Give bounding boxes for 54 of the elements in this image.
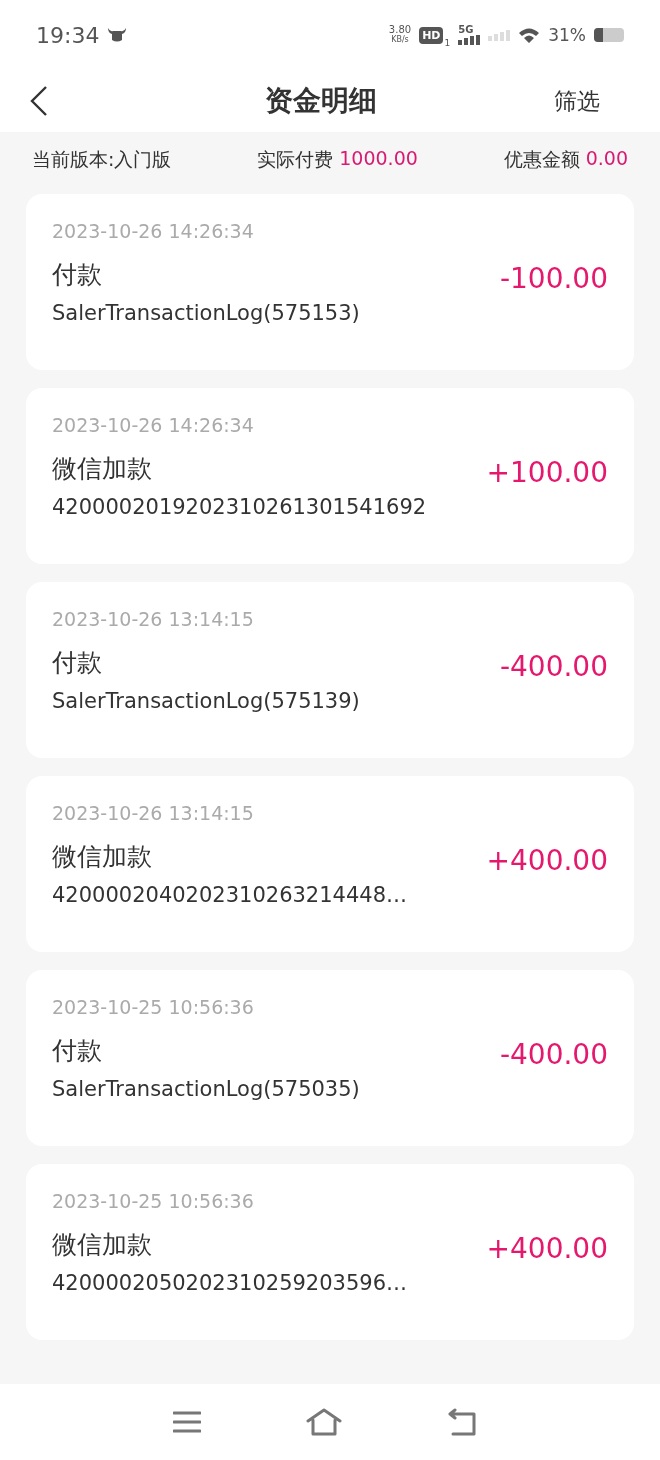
transaction-reference: 4200002019202310261301541692 xyxy=(52,495,428,519)
discount-amount: 0.00 xyxy=(585,147,628,171)
transaction-time: 2023-10-26 13:14:15 xyxy=(52,802,255,824)
transaction-reference: 4200002040202310263214448… xyxy=(52,883,409,907)
paid-amount: 1000.00 xyxy=(339,147,418,171)
transaction-card[interactable]: 2023-10-25 10:56:36 微信加款 +400.00 4200002050202310259203596… xyxy=(26,1164,634,1340)
home-icon[interactable] xyxy=(306,1408,342,1436)
battery-icon xyxy=(594,28,624,42)
battery-percentage: 31% xyxy=(548,25,586,45)
discount-label: 优惠金额 xyxy=(503,147,580,172)
transaction-time: 2023-10-25 10:56:36 xyxy=(52,996,255,1018)
transaction-time: 2023-10-26 14:26:34 xyxy=(52,414,255,436)
signal-icon xyxy=(458,35,481,45)
transaction-reference: SalerTransactionLog(575139) xyxy=(52,689,361,713)
transaction-card[interactable]: 2023-10-26 14:26:34 微信加款 +100.00 4200002019202310261301541692 xyxy=(26,388,634,564)
network-speed: 3.80 xyxy=(388,25,412,35)
transaction-card[interactable]: 2023-10-25 10:56:36 付款 -400.00 SalerTransactionLog(575035) xyxy=(26,970,634,1146)
transaction-time: 2023-10-25 10:56:36 xyxy=(52,1190,255,1212)
transaction-type: 微信加款 xyxy=(52,841,152,873)
bull-icon xyxy=(107,27,128,43)
paid-label: 实际付费 xyxy=(257,147,334,172)
transaction-amount: +400.00 xyxy=(486,844,608,877)
back-icon xyxy=(30,86,48,116)
version-label: 当前版本:入门版 xyxy=(32,147,172,172)
transaction-type: 付款 xyxy=(52,647,102,679)
transaction-time: 2023-10-26 13:14:15 xyxy=(52,608,255,630)
wifi-icon xyxy=(518,26,541,44)
filter-button[interactable]: 筛选 xyxy=(554,85,600,117)
transaction-amount: -100.00 xyxy=(499,262,608,295)
transaction-amount: +100.00 xyxy=(486,456,608,489)
status-time: 19:34 xyxy=(36,22,100,48)
transaction-type: 微信加款 xyxy=(52,453,152,485)
transaction-reference: 4200002050202310259203596… xyxy=(52,1271,409,1295)
transaction-reference: SalerTransactionLog(575153) xyxy=(52,301,361,325)
back-button[interactable] xyxy=(30,86,48,116)
transaction-amount: -400.00 xyxy=(499,650,608,683)
signal-icon xyxy=(488,29,511,41)
menu-icon[interactable] xyxy=(172,1410,201,1434)
speed-unit: KB/s xyxy=(391,35,409,45)
transaction-card[interactable]: 2023-10-26 14:26:34 付款 -100.00 SalerTransactionLog(575153) xyxy=(26,194,634,370)
back-icon[interactable] xyxy=(447,1408,478,1436)
hd-badge: HD xyxy=(419,26,444,44)
transaction-amount: +400.00 xyxy=(486,1232,608,1265)
transaction-card[interactable]: 2023-10-26 13:14:15 付款 -400.00 SalerTransactionLog(575139) xyxy=(26,582,634,758)
transaction-type: 付款 xyxy=(52,259,102,291)
transaction-amount: -400.00 xyxy=(499,1038,608,1071)
network-type: 5G xyxy=(458,25,474,35)
hd-sim-number: 1 xyxy=(444,38,451,48)
page-title: 资金明细 xyxy=(265,83,377,119)
transaction-type: 付款 xyxy=(52,1035,102,1067)
transaction-card[interactable]: 2023-10-26 13:14:15 微信加款 +400.00 4200002040202310263214448… xyxy=(26,776,634,952)
transaction-reference: SalerTransactionLog(575035) xyxy=(52,1077,361,1101)
transaction-time: 2023-10-26 14:26:34 xyxy=(52,220,255,242)
transaction-type: 微信加款 xyxy=(52,1229,152,1261)
